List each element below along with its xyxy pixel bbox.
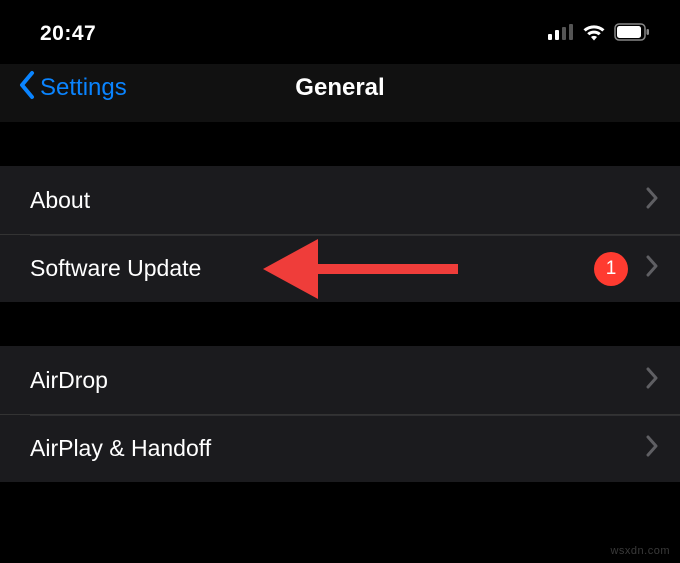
section-gap: [0, 122, 680, 166]
wifi-icon: [582, 23, 606, 46]
row-label: AirDrop: [30, 367, 108, 394]
battery-icon: [614, 23, 650, 46]
nav-bar: Settings General: [0, 64, 680, 122]
back-button[interactable]: Settings: [18, 70, 127, 107]
status-time: 20:47: [40, 22, 96, 46]
section-gap: [0, 302, 680, 346]
back-label: Settings: [40, 74, 127, 102]
chevron-right-icon: [646, 187, 658, 214]
page-title: General: [295, 74, 384, 102]
status-bar: 20:47: [0, 0, 680, 64]
cellular-icon: [548, 24, 574, 45]
row-airdrop[interactable]: AirDrop: [0, 346, 680, 414]
chevron-right-icon: [646, 255, 658, 282]
row-label: Software Update: [30, 255, 201, 282]
row-about[interactable]: About: [0, 166, 680, 234]
chevron-left-icon: [18, 70, 36, 107]
list-group-1: About Software Update 1: [0, 166, 680, 302]
notification-badge: 1: [594, 252, 628, 286]
list-group-2: AirDrop AirPlay & Handoff: [0, 346, 680, 482]
annotation-arrow-icon: [263, 239, 458, 299]
status-icons: [548, 23, 650, 46]
chevron-right-icon: [646, 435, 658, 462]
row-airplay-handoff[interactable]: AirPlay & Handoff: [0, 414, 680, 482]
row-software-update[interactable]: Software Update 1: [0, 234, 680, 302]
row-label: AirPlay & Handoff: [30, 435, 211, 462]
chevron-right-icon: [646, 367, 658, 394]
row-label: About: [30, 187, 90, 214]
watermark: wsxdn.com: [610, 545, 670, 557]
